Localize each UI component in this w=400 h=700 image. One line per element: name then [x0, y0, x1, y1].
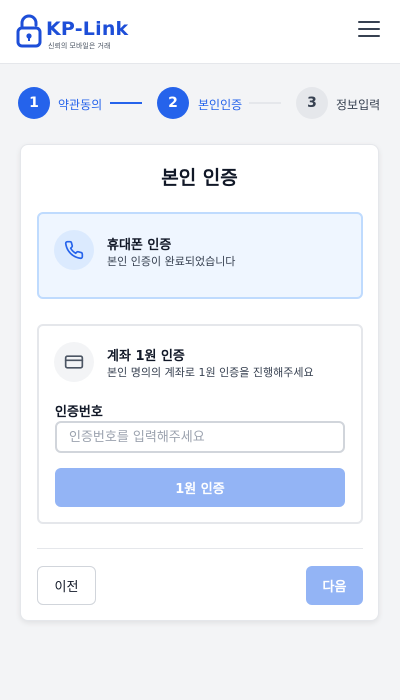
phone-verification-option[interactable]: 휴대폰 인증 본인 인증이 완료되었습니다 — [37, 212, 363, 299]
logo-tagline: 신뢰의 모바일은 거래 — [48, 42, 111, 50]
phone-icon-badge — [54, 230, 94, 270]
bank-option-title: 계좌 1원 인증 — [107, 349, 185, 364]
step-connector-2 — [249, 102, 281, 104]
card-title: 본인 인증 — [161, 167, 238, 189]
prev-button[interactable]: 이전 — [37, 566, 96, 605]
bank-verification-option[interactable]: 계좌 1원 인증 본인 명의의 계좌로 1원 인증을 진행해주세요 인증번호 1… — [37, 324, 363, 524]
phone-icon — [64, 240, 84, 260]
verification-card: 본인 인증 휴대폰 인증 본인 인증이 완료되었습니다 계좌 1원 인증 본인 … — [20, 144, 379, 621]
step-1-label: 약관동의 — [58, 98, 103, 112]
phone-option-title: 휴대폰 인증 — [107, 238, 172, 253]
verification-code-label: 인증번호 — [55, 405, 103, 420]
step-2-label: 본인인증 — [198, 98, 243, 112]
step-2-number: 2 — [157, 87, 189, 119]
hamburger-menu-icon[interactable] — [356, 18, 382, 42]
app-header: KP-Link 신뢰의 모바일은 거래 — [0, 0, 400, 64]
bank-option-description: 본인 명의의 계좌로 1원 인증을 진행해주세요 — [107, 366, 314, 379]
card-icon — [64, 355, 84, 369]
card-divider — [37, 548, 363, 549]
card-icon-badge — [54, 342, 94, 382]
step-3-label: 정보입력 — [336, 98, 381, 112]
next-button[interactable]: 다음 — [306, 566, 363, 605]
verification-code-input[interactable] — [55, 421, 345, 453]
lock-logo-icon — [16, 14, 42, 48]
logo-title: KP-Link — [46, 18, 129, 40]
phone-option-status: 본인 인증이 완료되었습니다 — [107, 255, 236, 268]
step-connector-1 — [110, 102, 142, 104]
one-won-verify-button[interactable]: 1원 인증 — [55, 468, 345, 507]
step-3-number: 3 — [296, 87, 328, 119]
step-1-number: 1 — [18, 87, 50, 119]
